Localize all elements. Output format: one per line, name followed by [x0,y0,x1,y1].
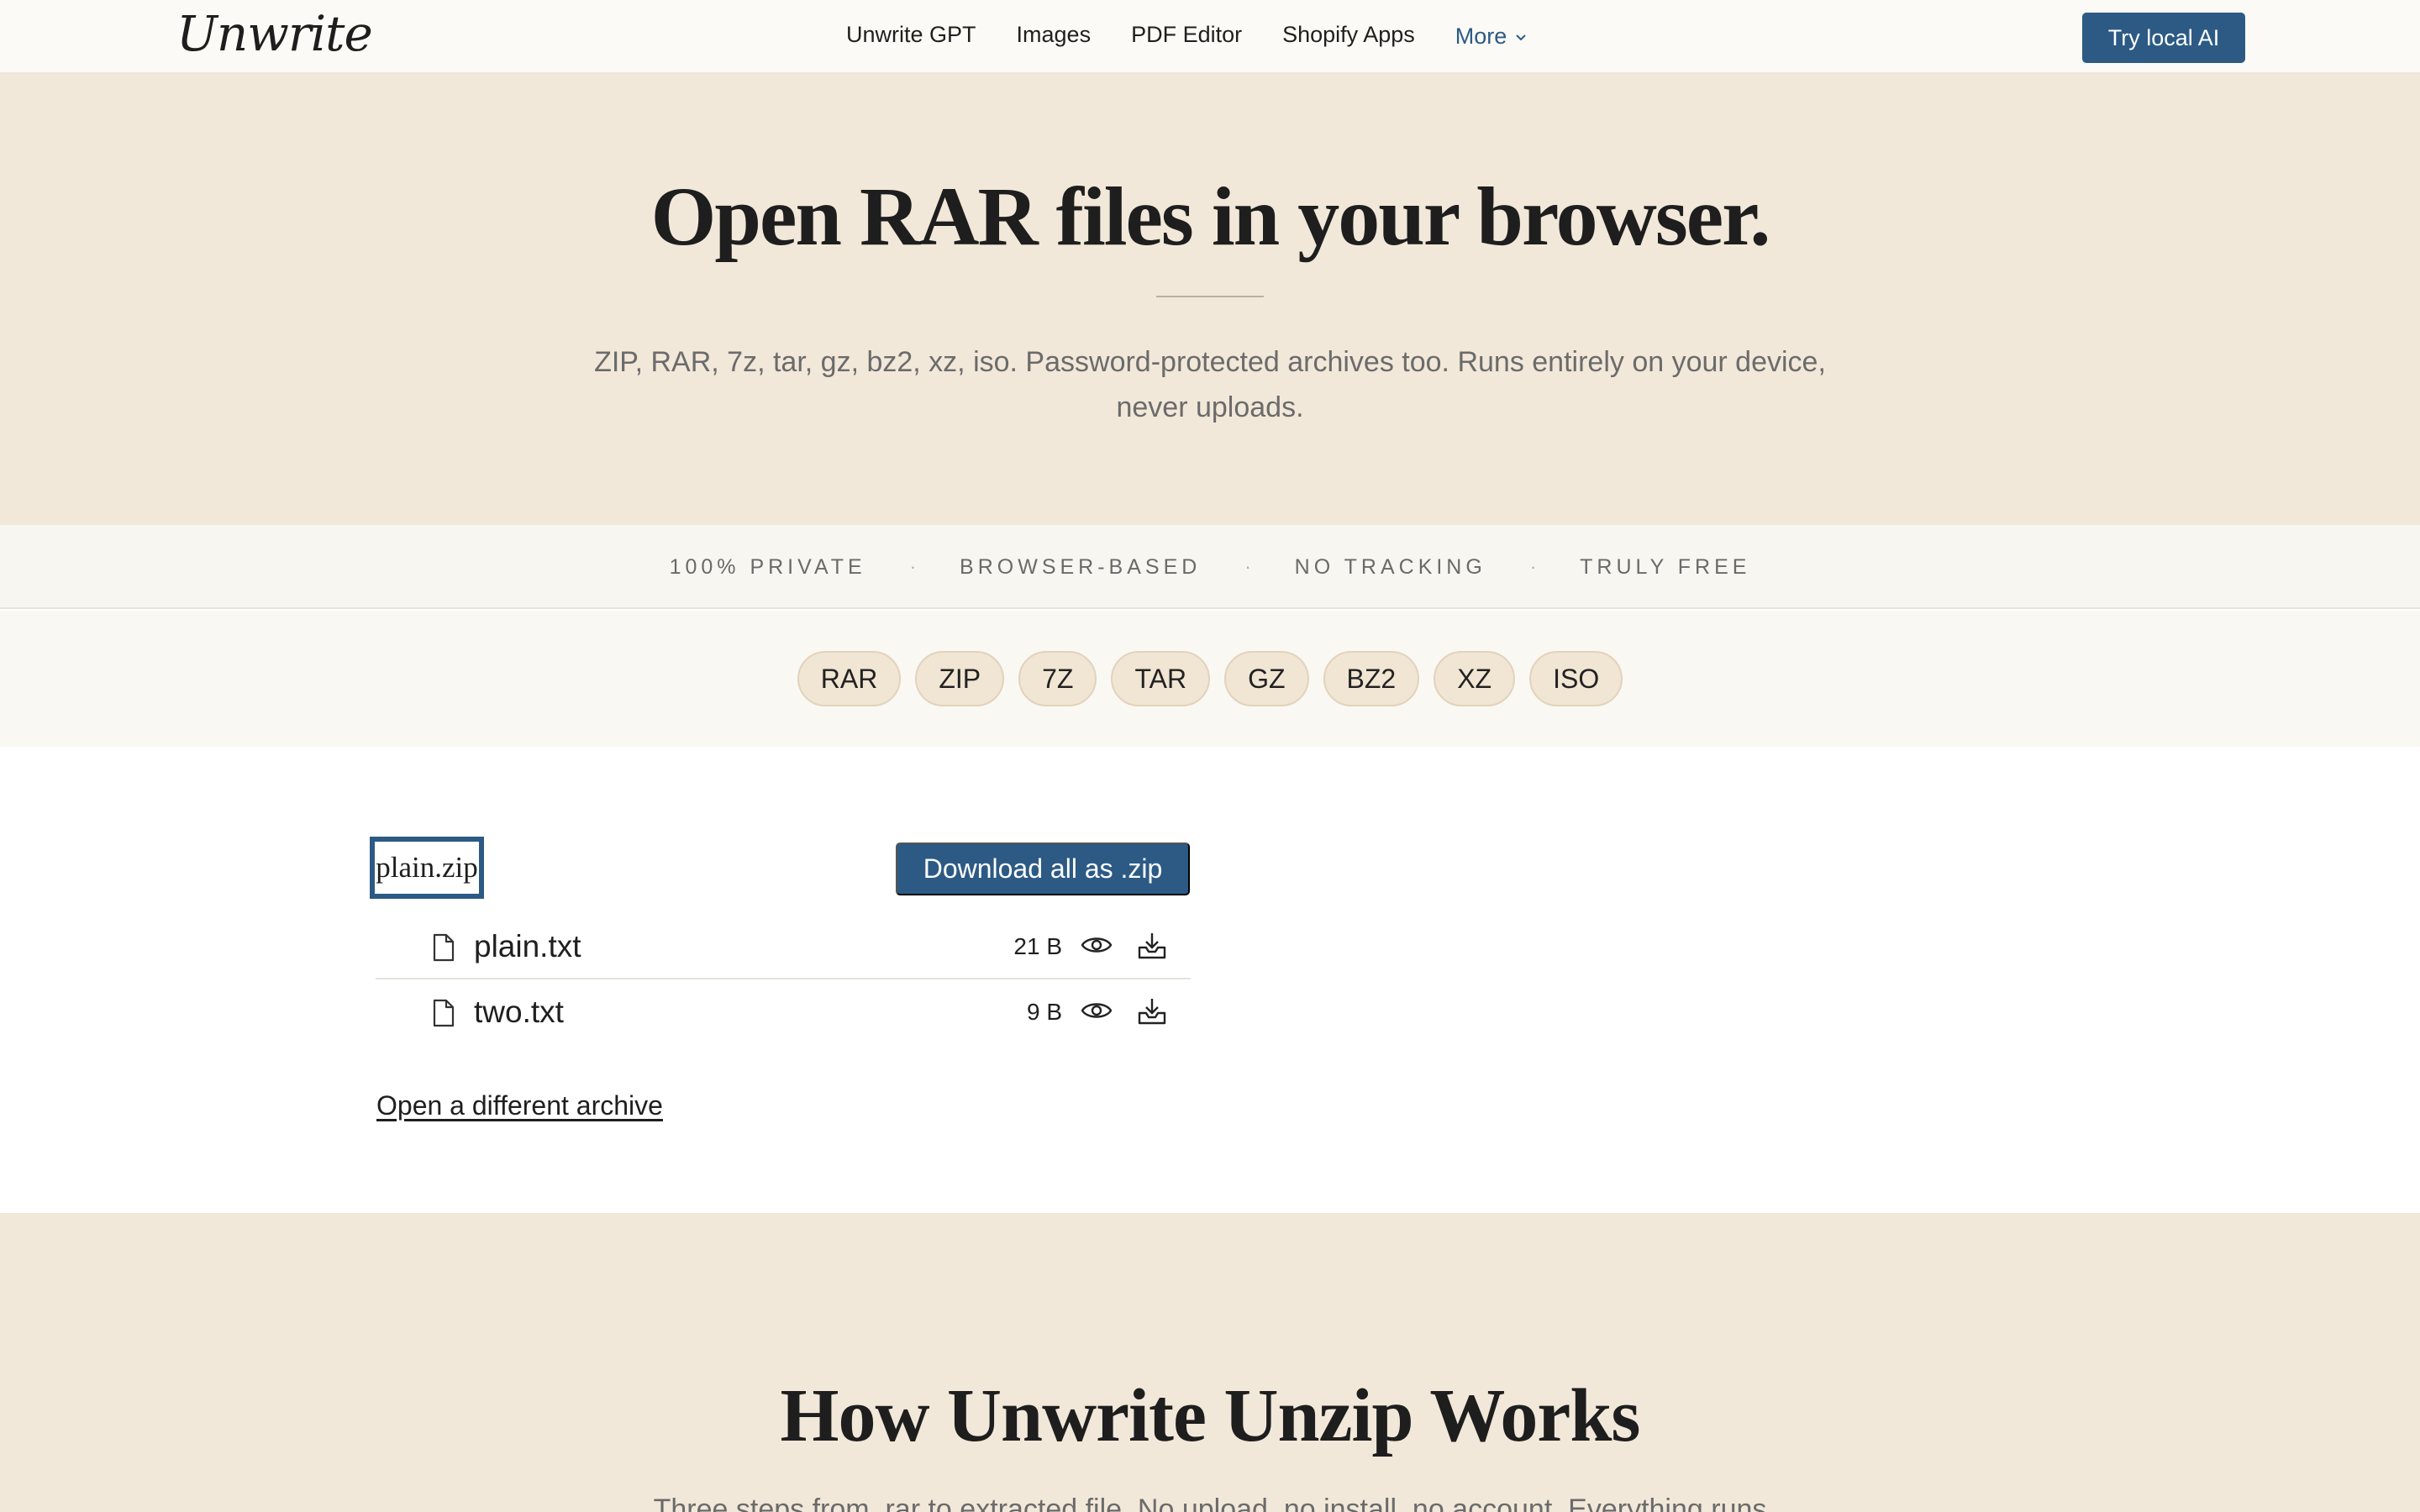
file-name: plain.txt [474,929,581,963]
try-local-ai-button[interactable]: Try local AI [2082,13,2245,63]
how-it-works-section: How Unwrite Unzip Works Three steps from… [0,1213,2420,1512]
separator-dot: · [1244,556,1251,577]
separator-dot: · [909,556,917,577]
format-pills-section: RAR ZIP 7Z TAR GZ BZ2 XZ ISO [0,611,2420,747]
feature-no-tracking: NO TRACKING [1294,554,1486,579]
file-icon [433,999,455,1027]
eye-icon[interactable] [1081,932,1113,958]
format-pill-zip: ZIP [915,651,1005,706]
feature-private: 100% PRIVATE [669,554,866,579]
nav-more-label: More [1455,24,1507,49]
chevron-down-icon [1516,34,1526,40]
how-it-works-title: How Unwrite Unzip Works [780,1374,1641,1457]
format-pill-row: RAR ZIP 7Z TAR GZ BZ2 XZ ISO [0,651,2420,706]
file-row: two.txt 9 B [376,979,1191,1045]
page-title: Open RAR files in your browser. [650,170,1771,263]
format-pill-gz: GZ [1224,651,1309,706]
download-all-zip-button[interactable]: Download all as .zip [896,843,1190,895]
nav-link-unwrite-gpt[interactable]: Unwrite GPT [846,22,976,50]
site-logo[interactable]: Unwrite [176,5,373,62]
download-icon[interactable] [1137,931,1167,961]
top-nav: Unwrite Unwrite GPT Images PDF Editor Sh… [0,0,2420,74]
format-pill-xz: XZ [1434,651,1516,706]
archive-viewer [0,747,2420,1213]
file-size: 21 B [1013,933,1062,959]
file-icon [433,933,455,962]
format-pill-rar: RAR [797,651,902,706]
nav-link-images[interactable]: Images [1017,22,1092,50]
format-pill-7z: 7Z [1018,651,1097,706]
nav-more-dropdown[interactable]: More [1455,22,1529,50]
format-pill-tar: TAR [1111,651,1211,706]
archive-name-heading[interactable]: plain.zip [370,837,484,899]
file-name: two.txt [474,995,564,1029]
how-it-works-subtitle: Three steps from .rar to extracted file.… [653,1494,1767,1512]
hero-subtitle: ZIP, RAR, 7z, tar, gz, bz2, xz, iso. Pas… [594,346,1826,423]
format-pill-bz2: BZ2 [1323,651,1420,706]
feature-browser-based: BROWSER-BASED [960,554,1202,579]
download-icon[interactable] [1137,996,1167,1026]
nav-links: Unwrite GPT Images PDF Editor Shopify Ap… [846,22,1528,50]
feature-truly-free: TRULY FREE [1580,554,1751,579]
feature-row: 100% PRIVATE · BROWSER-BASED · NO TRACKI… [0,525,2420,609]
file-row: plain.txt 21 B [376,914,1191,979]
open-different-archive-link[interactable]: Open a different archive [376,1090,663,1121]
hero-section: Open RAR files in your browser. ZIP, RAR… [0,74,2420,525]
feature-strip: 100% PRIVATE · BROWSER-BASED · NO TRACKI… [0,525,2420,609]
format-pill-iso: ISO [1529,651,1623,706]
separator-dot: · [1529,556,1537,577]
eye-icon[interactable] [1081,998,1113,1023]
file-size: 9 B [1026,999,1062,1025]
nav-link-shopify-apps[interactable]: Shopify Apps [1282,22,1415,50]
hero-divider [1156,296,1264,297]
nav-link-pdf-editor[interactable]: PDF Editor [1131,22,1242,50]
